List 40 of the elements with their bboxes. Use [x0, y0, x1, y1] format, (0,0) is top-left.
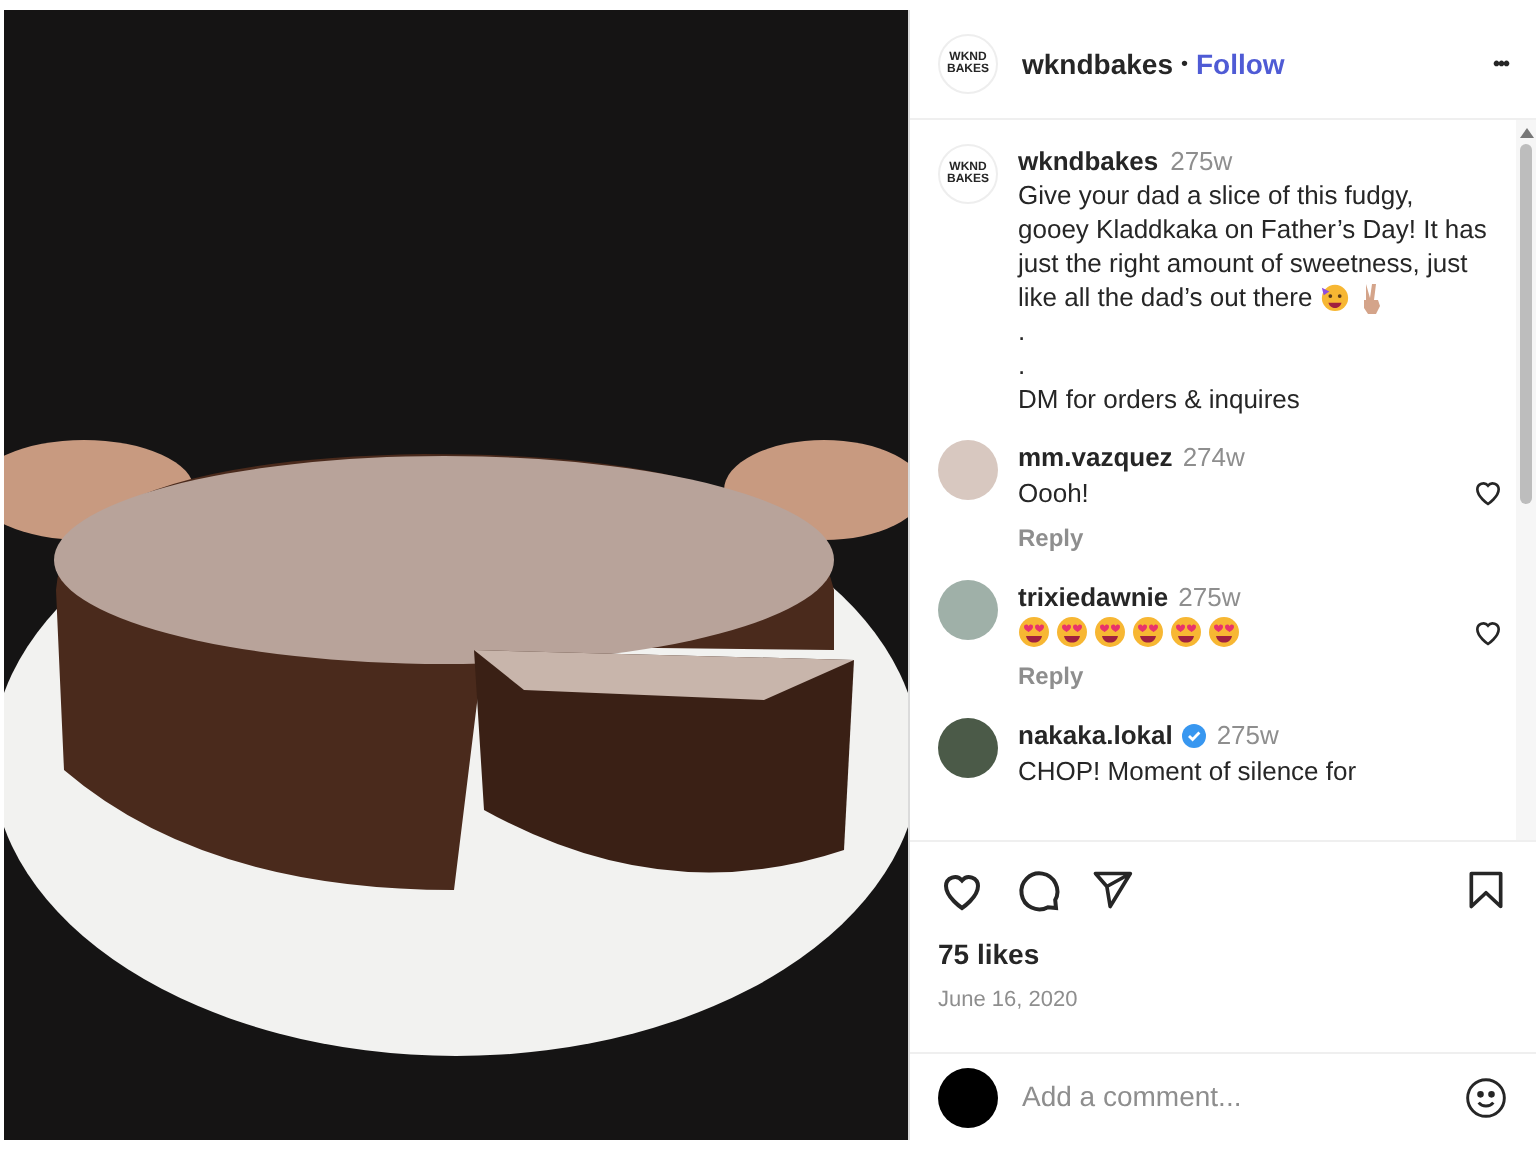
likes-count[interactable]: 75 likes [938, 933, 1508, 975]
caption-text: . [1018, 314, 1026, 348]
party-face-emoji-icon [1320, 282, 1351, 312]
comment-time: 275w [1178, 580, 1241, 614]
bookmark-icon[interactable] [1464, 867, 1508, 911]
caption-text: DM for orders & inquires [1018, 382, 1300, 416]
username[interactable]: wkndbakes [1022, 43, 1173, 85]
send-icon[interactable] [1090, 867, 1134, 911]
post-date: June 16, 2020 [938, 985, 1080, 1015]
heart-eyes-emoji-icon [1056, 616, 1088, 648]
like-comment-icon[interactable] [1472, 476, 1504, 508]
comment-time: 274w [1182, 440, 1245, 474]
comment-text: Oooh! [1018, 476, 1089, 510]
username[interactable]: mm.vazquez [1018, 440, 1173, 474]
more-options-button[interactable]: ••• [1492, 49, 1508, 79]
heart-eyes-emoji-icon [1208, 616, 1240, 648]
comment-time: 275w [1216, 718, 1279, 752]
scrollbar[interactable] [1516, 120, 1536, 839]
emoji-icon[interactable] [1464, 1075, 1508, 1119]
user-avatar[interactable] [938, 718, 998, 778]
caption-text: just the right amount of sweetness, just [1018, 246, 1468, 280]
scroll-up-icon[interactable] [1519, 128, 1533, 138]
username[interactable]: wkndbakes [1018, 144, 1159, 178]
username[interactable]: trixiedawnie [1018, 580, 1169, 614]
heart-eyes-emoji-icon [1132, 616, 1164, 648]
username[interactable]: nakaka.lokal [1018, 718, 1173, 752]
caption-text: like all the dad’s out there [1018, 280, 1313, 314]
separator-dot: • [1180, 51, 1188, 79]
heart-eyes-emoji-icon [1170, 616, 1202, 648]
caption-text: Give your dad a slice of this fudgy, [1018, 178, 1414, 212]
caption-text: . [1018, 348, 1026, 382]
comment-icon[interactable] [1014, 865, 1062, 913]
heart-eyes-emoji-icon [1018, 616, 1050, 648]
follow-button[interactable]: Follow [1196, 43, 1285, 85]
heart-eyes-emoji-icon [1094, 616, 1126, 648]
caption-text: gooey Kladdkaka on Father’s Day! It has [1018, 212, 1487, 246]
post-time: 275w [1170, 144, 1233, 178]
comment-text: CHOP! Moment of silence for [1018, 754, 1357, 788]
user-avatar [938, 1067, 998, 1127]
comment-input[interactable]: Add a comment... [1022, 1076, 1440, 1118]
